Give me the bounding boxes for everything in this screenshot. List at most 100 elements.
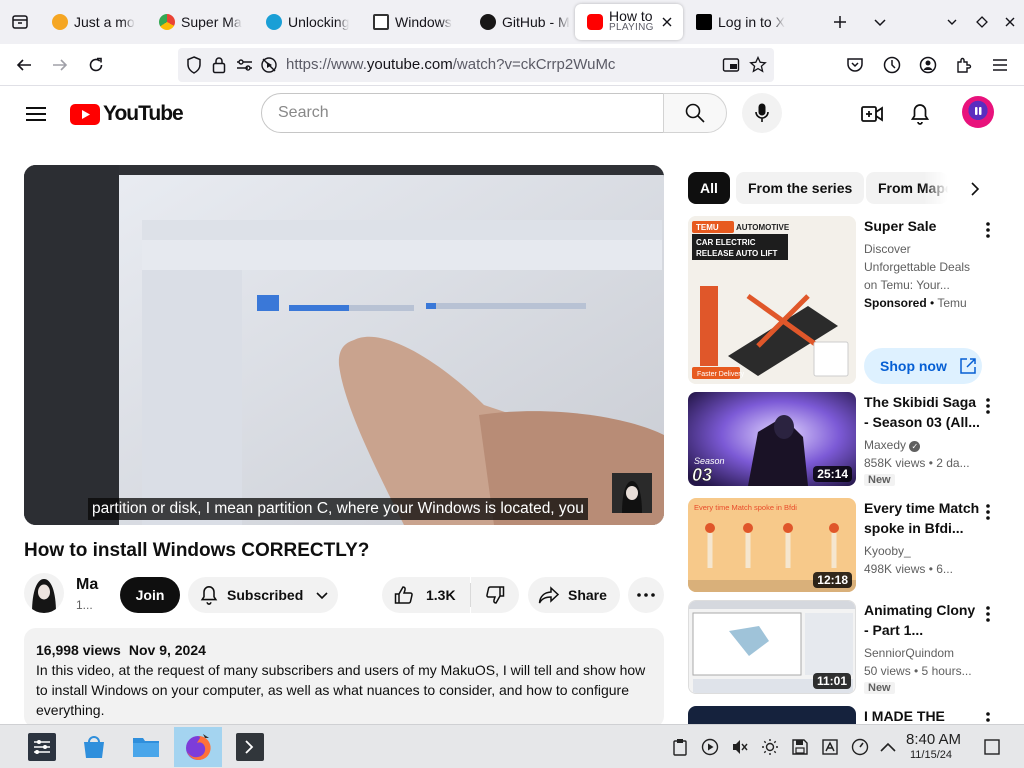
- volume-muted-icon[interactable]: [730, 737, 750, 757]
- more-vertical-icon[interactable]: [978, 218, 998, 242]
- like-button[interactable]: 1.3K: [382, 577, 470, 613]
- system-monitor-icon[interactable]: [850, 737, 870, 757]
- firefox-sync-icon[interactable]: [877, 50, 907, 80]
- new-badge: New: [864, 474, 895, 486]
- padlock-icon[interactable]: [212, 56, 226, 74]
- pocket-icon[interactable]: [840, 50, 870, 80]
- more-vertical-icon[interactable]: [978, 602, 998, 626]
- extensions-puzzle-icon[interactable]: [949, 50, 979, 80]
- terminal-icon[interactable]: [226, 727, 274, 767]
- dislike-button[interactable]: [471, 577, 519, 613]
- subscribed-button[interactable]: Subscribed: [188, 577, 338, 613]
- tab-x-login[interactable]: Log in to X: [684, 4, 790, 40]
- browser-tab-bar: Just a mo Super Ma Unlocking Windows Git…: [0, 0, 1024, 44]
- reload-icon[interactable]: [81, 50, 111, 80]
- video-description[interactable]: 16,998 views Nov 9, 2024 In this video, a…: [24, 628, 664, 728]
- youtube-logo[interactable]: YouTube: [70, 102, 184, 126]
- show-desktop-icon[interactable]: [982, 737, 1002, 757]
- recommendation-item[interactable]: I MADE THE: [688, 706, 1024, 724]
- more-vertical-icon[interactable]: [978, 500, 998, 524]
- channel-avatar[interactable]: [24, 573, 64, 613]
- picture-in-picture-icon[interactable]: [722, 56, 740, 74]
- clipboard-icon[interactable]: [670, 737, 690, 757]
- video-player[interactable]: [24, 165, 664, 525]
- thumbs-up-icon: [394, 586, 413, 604]
- join-button[interactable]: Join: [120, 577, 180, 613]
- maximize-window-icon[interactable]: [970, 10, 994, 34]
- channel-name: Maxedy ✓: [864, 436, 982, 454]
- chip-all[interactable]: All: [688, 172, 730, 204]
- more-vertical-icon[interactable]: [978, 394, 998, 418]
- voice-search-button[interactable]: [742, 93, 782, 133]
- ad-thumbnail[interactable]: TEMU AUTOMOTIVE CAR ELECTRIC RELEASE AUT…: [688, 216, 856, 384]
- browser-nav-bar: https://www.youtube.com/watch?v=ckCrrp2W…: [0, 44, 1024, 86]
- brightness-icon[interactable]: [760, 737, 780, 757]
- bell-icon: [200, 586, 218, 605]
- chip-from-mape[interactable]: From Mape: [866, 172, 948, 204]
- more-actions-button[interactable]: [628, 577, 664, 613]
- url-path: /watch?v=ckCrrp2WuMc: [452, 56, 616, 73]
- file-manager-icon[interactable]: [122, 727, 170, 767]
- account-avatar[interactable]: [962, 96, 994, 128]
- guide-menu-icon[interactable]: [20, 98, 52, 130]
- minimize-window-icon[interactable]: [940, 10, 964, 34]
- like-count: 1.3K: [426, 587, 456, 603]
- recommendation-item[interactable]: Season 03 25:14 The Skibidi Saga - Seaso…: [688, 392, 1024, 492]
- hamburger-menu-icon[interactable]: [985, 50, 1015, 80]
- recommendation-item[interactable]: 11:01 Animating Clony - Part 1... Sennio…: [688, 600, 1024, 700]
- tab-windows[interactable]: Windows: [361, 4, 467, 40]
- tab-overflow-chevron-icon[interactable]: [866, 8, 894, 36]
- bookmark-star-icon[interactable]: [749, 56, 767, 74]
- channel-name[interactable]: Ma: [76, 576, 98, 594]
- forward-arrow-icon[interactable]: [45, 50, 75, 80]
- close-window-icon[interactable]: [998, 10, 1022, 34]
- firefox-taskbar-icon[interactable]: [174, 727, 222, 767]
- tracking-protection-shield-icon[interactable]: [186, 56, 202, 74]
- chip-from-the-series[interactable]: From the series: [736, 172, 865, 204]
- back-arrow-icon[interactable]: [9, 50, 39, 80]
- tray-expand-chevron-icon[interactable]: [878, 737, 898, 757]
- channel-watermark[interactable]: [612, 473, 652, 513]
- ad-thumb-category: AUTOMOTIVE: [736, 223, 790, 232]
- close-tab-icon[interactable]: [659, 14, 675, 30]
- tab-github[interactable]: GitHub - M: [468, 4, 574, 40]
- thumb-caption: Every time Match spoke in Bfdi: [694, 503, 797, 512]
- tab-youtube-active[interactable]: How to PLAYING: [575, 4, 683, 40]
- storage-save-icon[interactable]: [790, 737, 810, 757]
- search-input[interactable]: Search: [261, 93, 664, 133]
- tab-just-a-moment[interactable]: Just a mo: [40, 4, 146, 40]
- video-thumbnail[interactable]: Season 03 25:14: [688, 392, 856, 486]
- app-launcher-icon[interactable]: [18, 727, 66, 767]
- shop-now-button[interactable]: Shop now: [864, 348, 982, 384]
- accessibility-icon[interactable]: [820, 737, 840, 757]
- chevron-down-icon: [316, 592, 328, 600]
- notifications-bell-icon[interactable]: [904, 98, 936, 130]
- video-captions: partition or disk, I mean partition C, w…: [88, 498, 588, 520]
- recommendation-item[interactable]: Every time Match spoke in Bfdi 12:18 Eve…: [688, 498, 1024, 598]
- thumb-season-number: 03: [692, 465, 712, 485]
- video-thumbnail[interactable]: 11:01: [688, 600, 856, 694]
- ad-thumb-line1: CAR ELECTRIC: [696, 238, 756, 247]
- tab-unlocking[interactable]: Unlocking: [254, 4, 360, 40]
- video-thumbnail[interactable]: [688, 706, 856, 724]
- create-video-icon[interactable]: [856, 98, 888, 130]
- permissions-sliders-icon[interactable]: [236, 56, 254, 74]
- share-button[interactable]: Share: [528, 577, 620, 613]
- url-text[interactable]: https://www.youtube.com/watch?v=ckCrrp2W…: [286, 56, 615, 73]
- discover-store-icon[interactable]: [70, 727, 118, 767]
- clock-date[interactable]: 11/15/24: [910, 749, 952, 761]
- search-button[interactable]: [663, 93, 727, 133]
- new-tab-plus-icon[interactable]: [826, 8, 854, 36]
- more-vertical-icon[interactable]: [978, 708, 998, 724]
- autoplay-blocked-icon[interactable]: [260, 56, 278, 74]
- media-player-icon[interactable]: [700, 737, 720, 757]
- chevron-right-icon[interactable]: [962, 176, 988, 202]
- account-icon[interactable]: [913, 50, 943, 80]
- list-all-tabs-icon[interactable]: [0, 0, 40, 44]
- clock-time[interactable]: 8:40 AM: [906, 731, 961, 748]
- microphone-icon: [755, 103, 769, 122]
- video-thumbnail[interactable]: Every time Match spoke in Bfdi 12:18: [688, 498, 856, 592]
- tab-super-mario[interactable]: Super Ma: [147, 4, 253, 40]
- description-text: In this video, at the request of many su…: [36, 662, 646, 718]
- url-bar[interactable]: https://www.youtube.com/watch?v=ckCrrp2W…: [178, 48, 774, 82]
